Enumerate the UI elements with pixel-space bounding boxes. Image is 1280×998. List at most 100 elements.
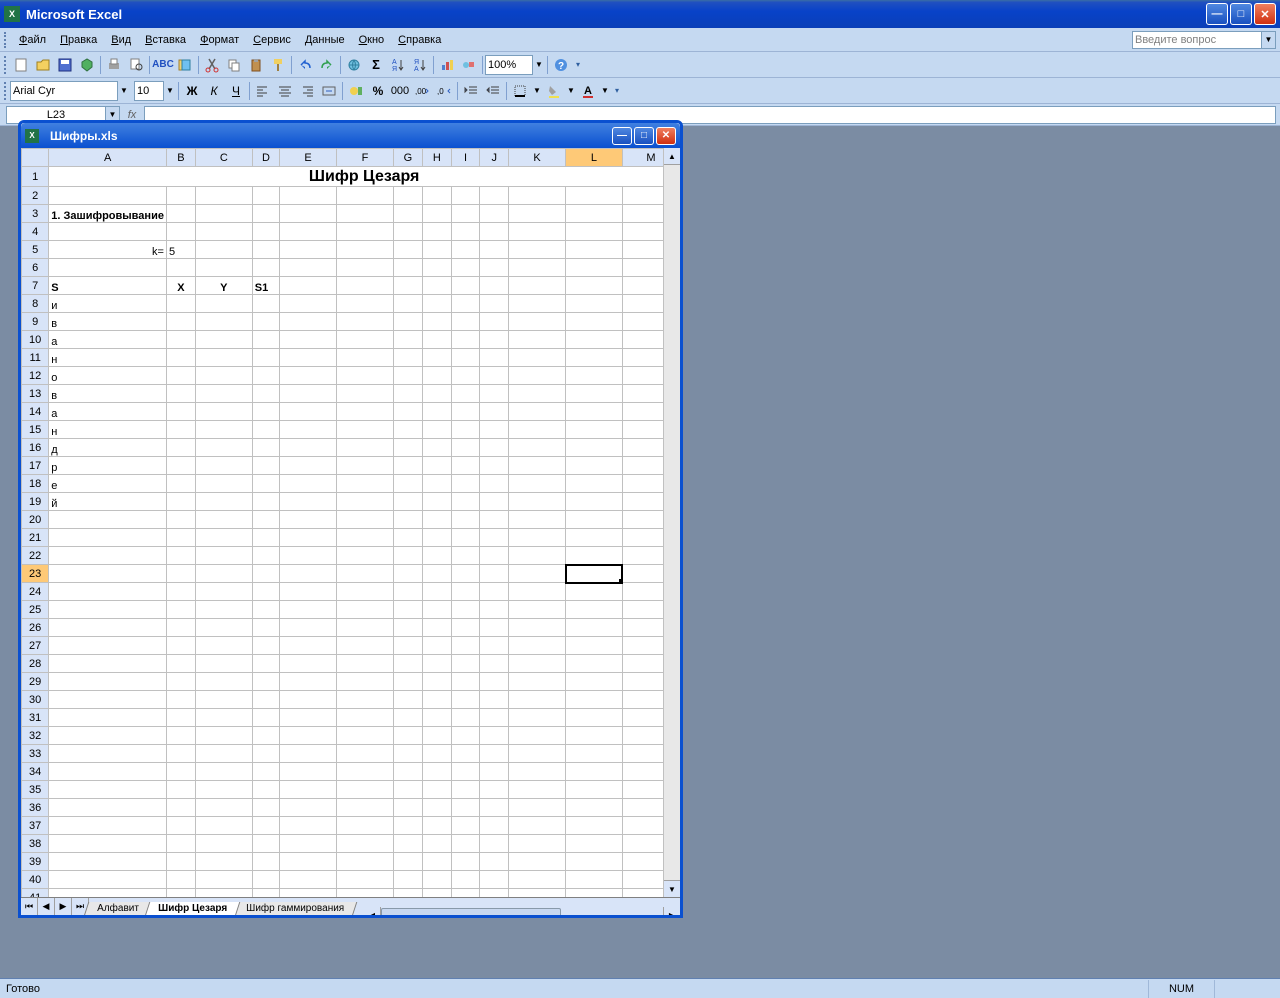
- cell-F22[interactable]: [337, 547, 394, 565]
- row-header-9[interactable]: 9: [22, 313, 49, 331]
- cell-E38[interactable]: [280, 835, 337, 853]
- cell-K37[interactable]: [509, 817, 566, 835]
- cell-F37[interactable]: [337, 817, 394, 835]
- cell-B16[interactable]: [166, 439, 195, 457]
- cell-G33[interactable]: [393, 745, 422, 763]
- cell-E33[interactable]: [280, 745, 337, 763]
- cell-J4[interactable]: [480, 223, 509, 241]
- cell-L23[interactable]: [566, 565, 623, 583]
- cell-E29[interactable]: [280, 673, 337, 691]
- copy-button[interactable]: [223, 54, 245, 76]
- cell-F32[interactable]: [337, 727, 394, 745]
- column-header-F[interactable]: F: [337, 149, 394, 167]
- cell-K20[interactable]: [509, 511, 566, 529]
- cell-B25[interactable]: [166, 601, 195, 619]
- row-header-26[interactable]: 26: [22, 619, 49, 637]
- zoom-combo[interactable]: 100%: [485, 55, 533, 75]
- cell-C32[interactable]: [195, 727, 252, 745]
- row-header-32[interactable]: 32: [22, 727, 49, 745]
- cell-C16[interactable]: [195, 439, 252, 457]
- cell-C18[interactable]: [195, 475, 252, 493]
- cell-F28[interactable]: [337, 655, 394, 673]
- cell-I6[interactable]: [451, 259, 480, 277]
- cell-J7[interactable]: [480, 277, 509, 295]
- cell-B29[interactable]: [166, 673, 195, 691]
- cell-D5[interactable]: [252, 241, 279, 259]
- cell-E4[interactable]: [280, 223, 337, 241]
- cell-A40[interactable]: [49, 871, 167, 889]
- toolbar-options[interactable]: ▾: [611, 80, 623, 102]
- cell-L38[interactable]: [566, 835, 623, 853]
- cell-K2[interactable]: [509, 187, 566, 205]
- format-painter-button[interactable]: [267, 54, 289, 76]
- cell-L24[interactable]: [566, 583, 623, 601]
- cell-H4[interactable]: [422, 223, 451, 241]
- cell-I9[interactable]: [451, 313, 480, 331]
- cell-L28[interactable]: [566, 655, 623, 673]
- cell-B30[interactable]: [166, 691, 195, 709]
- cell-J36[interactable]: [480, 799, 509, 817]
- cell-B11[interactable]: [166, 349, 195, 367]
- row-header-4[interactable]: 4: [22, 223, 49, 241]
- cell-L5[interactable]: [566, 241, 623, 259]
- cell-H34[interactable]: [422, 763, 451, 781]
- cell-A10[interactable]: а: [49, 331, 167, 349]
- cell-C12[interactable]: [195, 367, 252, 385]
- cell-G20[interactable]: [393, 511, 422, 529]
- cell-J33[interactable]: [480, 745, 509, 763]
- cell-K7[interactable]: [509, 277, 566, 295]
- menu-окно[interactable]: Окно: [352, 32, 392, 48]
- cell-G27[interactable]: [393, 637, 422, 655]
- cell-H11[interactable]: [422, 349, 451, 367]
- cell-H26[interactable]: [422, 619, 451, 637]
- cell-B13[interactable]: [166, 385, 195, 403]
- cell-A5[interactable]: k=: [49, 241, 167, 259]
- cell-H17[interactable]: [422, 457, 451, 475]
- cell-F24[interactable]: [337, 583, 394, 601]
- align-right-button[interactable]: [296, 80, 318, 102]
- cell-I39[interactable]: [451, 853, 480, 871]
- cell-D24[interactable]: [252, 583, 279, 601]
- cell-F6[interactable]: [337, 259, 394, 277]
- fill-color-dropdown[interactable]: ▼: [565, 86, 577, 95]
- column-header-D[interactable]: D: [252, 149, 279, 167]
- cell-J5[interactable]: [480, 241, 509, 259]
- cell-H9[interactable]: [422, 313, 451, 331]
- column-header-J[interactable]: J: [480, 149, 509, 167]
- font-size-dropdown[interactable]: ▼: [164, 86, 176, 95]
- scroll-right-button[interactable]: ▶: [663, 907, 680, 916]
- cell-D32[interactable]: [252, 727, 279, 745]
- cell-E17[interactable]: [280, 457, 337, 475]
- cell-E22[interactable]: [280, 547, 337, 565]
- cell-C33[interactable]: [195, 745, 252, 763]
- row-header-29[interactable]: 29: [22, 673, 49, 691]
- cell-G40[interactable]: [393, 871, 422, 889]
- cell-D27[interactable]: [252, 637, 279, 655]
- cell-J38[interactable]: [480, 835, 509, 853]
- cell-A24[interactable]: [49, 583, 167, 601]
- cell-D29[interactable]: [252, 673, 279, 691]
- cell-H33[interactable]: [422, 745, 451, 763]
- cell-J19[interactable]: [480, 493, 509, 511]
- cell-I27[interactable]: [451, 637, 480, 655]
- cell-C29[interactable]: [195, 673, 252, 691]
- cell-L18[interactable]: [566, 475, 623, 493]
- row-header-23[interactable]: 23: [22, 565, 49, 583]
- cell-B12[interactable]: [166, 367, 195, 385]
- cell-K8[interactable]: [509, 295, 566, 313]
- cell-B36[interactable]: [166, 799, 195, 817]
- cut-button[interactable]: [201, 54, 223, 76]
- cell-F10[interactable]: [337, 331, 394, 349]
- cell-E10[interactable]: [280, 331, 337, 349]
- cell-L37[interactable]: [566, 817, 623, 835]
- cell-B4[interactable]: [166, 223, 195, 241]
- drawing-button[interactable]: [458, 54, 480, 76]
- cell-I5[interactable]: [451, 241, 480, 259]
- help-search-dropdown[interactable]: ▼: [1262, 31, 1276, 49]
- borders-button[interactable]: [509, 80, 531, 102]
- cell-H22[interactable]: [422, 547, 451, 565]
- cell-C34[interactable]: [195, 763, 252, 781]
- cell-A27[interactable]: [49, 637, 167, 655]
- cell-A13[interactable]: в: [49, 385, 167, 403]
- cell-A12[interactable]: о: [49, 367, 167, 385]
